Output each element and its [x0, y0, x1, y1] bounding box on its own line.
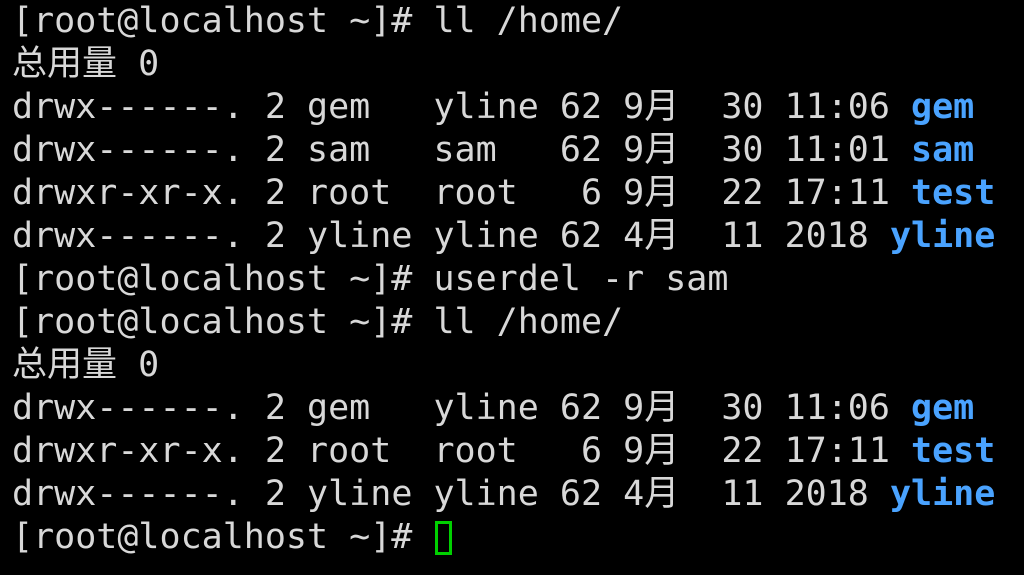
group: yline [433, 474, 539, 514]
permissions: drwx------. [12, 474, 244, 514]
link-count: 2 [264, 216, 286, 256]
listing-row: drwx------. 2 yline yline 62 4月 11 2018 … [12, 215, 1024, 258]
directory-name: gem [911, 388, 975, 428]
shell-prompt: [root@localhost ~]# [12, 302, 434, 342]
terminal-command-line: [root@localhost ~]# ll /home/ [12, 0, 1024, 43]
total-line: 总用量 0 [12, 344, 1024, 387]
directory-name: gem [911, 87, 975, 127]
terminal-input-line[interactable]: [root@localhost ~]# [12, 516, 1024, 559]
link-count: 2 [264, 87, 286, 127]
directory-name: yline [889, 474, 996, 514]
listing-row: drwx------. 2 yline yline 62 4月 11 2018 … [12, 473, 1024, 516]
total-text: 总用量 0 [12, 44, 160, 84]
permissions: drwx------. [12, 87, 244, 127]
permissions: drwxr-xr-x. [12, 173, 244, 213]
size: 6 [559, 431, 603, 471]
total-text: 总用量 0 [12, 345, 160, 385]
directory-name: sam [911, 130, 975, 170]
modified-date: 9月 30 11:06 [623, 87, 890, 127]
permissions: drwx------. [12, 388, 244, 428]
listing-row: drwx------. 2 gem yline 62 9月 30 11:06 g… [12, 86, 1024, 129]
link-count: 2 [264, 388, 286, 428]
shell-prompt: [root@localhost ~]# [12, 1, 434, 41]
directory-name: test [911, 173, 996, 213]
group: yline [433, 388, 539, 428]
text-cursor [435, 521, 453, 555]
permissions: drwxr-xr-x. [12, 431, 244, 471]
permissions: drwx------. [12, 216, 244, 256]
listing-row: drwx------. 2 gem yline 62 9月 30 11:06 g… [12, 387, 1024, 430]
owner: gem [307, 87, 413, 127]
size: 62 [559, 87, 603, 127]
group: root [433, 173, 539, 213]
size: 62 [559, 130, 603, 170]
owner: yline [307, 216, 413, 256]
command-text: userdel -r sam [433, 259, 729, 299]
command-text: ll /home/ [433, 302, 624, 342]
shell-prompt: [root@localhost ~]# [12, 259, 434, 299]
modified-date: 9月 30 11:01 [623, 130, 890, 170]
link-count: 2 [264, 474, 286, 514]
directory-name: test [911, 431, 996, 471]
group: yline [433, 87, 539, 127]
modified-date: 4月 11 2018 [623, 474, 869, 514]
terminal-command-line: [root@localhost ~]# ll /home/ [12, 301, 1024, 344]
modified-date: 9月 22 17:11 [623, 173, 890, 213]
modified-date: 9月 22 17:11 [623, 431, 890, 471]
size: 62 [559, 216, 603, 256]
listing-row: drwxr-xr-x. 2 root root 6 9月 22 17:11 te… [12, 172, 1024, 215]
owner: root [307, 173, 413, 213]
directory-name: yline [889, 216, 996, 256]
size: 62 [559, 388, 603, 428]
shell-prompt: [root@localhost ~]# [12, 517, 434, 557]
total-line: 总用量 0 [12, 43, 1024, 86]
command-text: ll /home/ [433, 1, 624, 41]
owner: root [307, 431, 413, 471]
permissions: drwx------. [12, 130, 244, 170]
listing-row: drwx------. 2 sam sam 62 9月 30 11:01 sam [12, 129, 1024, 172]
size: 62 [559, 474, 603, 514]
terminal-window[interactable]: [root@localhost ~]# ll /home/ 总用量 0 drwx… [0, 0, 1024, 575]
link-count: 2 [264, 431, 286, 471]
owner: sam [307, 130, 413, 170]
link-count: 2 [264, 130, 286, 170]
group: root [433, 431, 539, 471]
listing-row: drwxr-xr-x. 2 root root 6 9月 22 17:11 te… [12, 430, 1024, 473]
group: sam [433, 130, 539, 170]
owner: yline [307, 474, 413, 514]
size: 6 [559, 173, 603, 213]
modified-date: 4月 11 2018 [623, 216, 869, 256]
modified-date: 9月 30 11:06 [623, 388, 890, 428]
group: yline [433, 216, 539, 256]
link-count: 2 [264, 173, 286, 213]
terminal-command-line: [root@localhost ~]# userdel -r sam [12, 258, 1024, 301]
owner: gem [307, 388, 413, 428]
